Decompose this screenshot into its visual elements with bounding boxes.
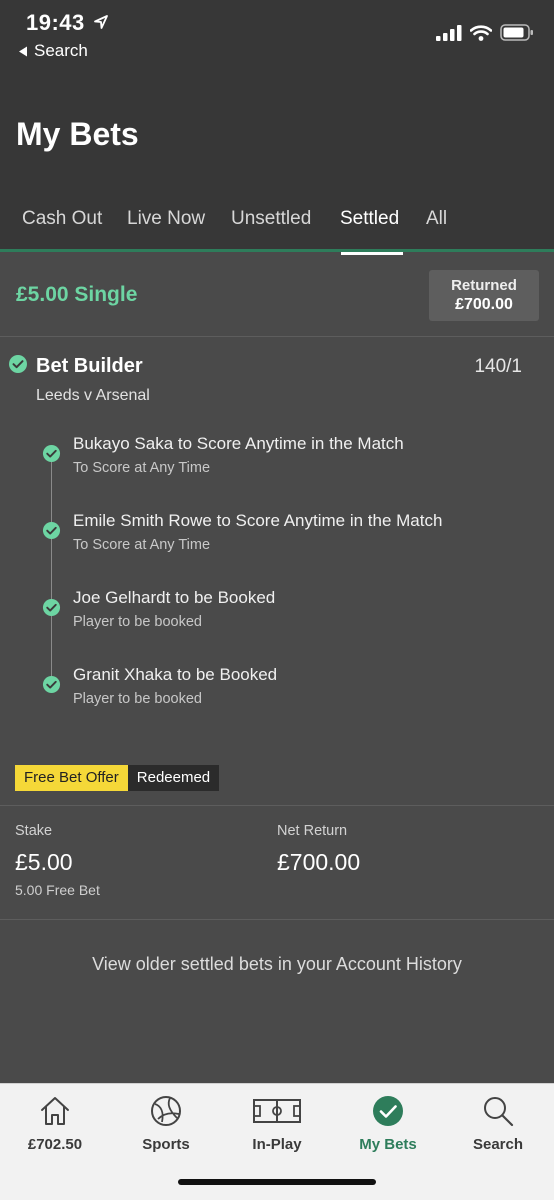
- check-circle-icon: [9, 355, 27, 373]
- battery-icon: [500, 24, 533, 41]
- net-return-value: £700.00: [277, 849, 361, 875]
- football-icon: [151, 1096, 181, 1126]
- check-circle-icon: [42, 444, 61, 463]
- net-return-label: Net Return: [277, 823, 348, 839]
- leg-market: To Score at Any Time: [73, 460, 211, 476]
- balance-label: £702.50: [27, 1136, 83, 1153]
- stake-value: £5.00: [15, 849, 73, 875]
- offer-status: Redeemed: [127, 765, 220, 791]
- returned-label: Returned: [451, 277, 517, 294]
- bet-leg: Emile Smith Rowe to Score Anytime in the…: [0, 511, 554, 571]
- check-circle-icon: [42, 521, 61, 540]
- divider: [0, 919, 554, 920]
- my-bets-label: My Bets: [359, 1136, 417, 1153]
- check-circle-icon: [42, 675, 61, 694]
- leg-market: Player to be booked: [73, 614, 202, 630]
- wifi-icon: [470, 24, 492, 41]
- match-name: Leeds v Arsenal: [36, 387, 150, 404]
- returned-badge: Returned £700.00: [429, 270, 539, 321]
- location-arrow-icon: [94, 15, 108, 29]
- leg-selection: Bukayo Saka to Score Anytime in the Matc…: [73, 434, 404, 453]
- leg-selection: Joe Gelhardt to be Booked: [73, 588, 276, 607]
- bet-leg: Granit Xhaka to be Booked Player to be b…: [0, 665, 554, 725]
- bet-leg: Bukayo Saka to Score Anytime in the Matc…: [0, 434, 554, 494]
- search-icon: [484, 1097, 514, 1127]
- leg-selection: Granit Xhaka to be Booked: [73, 665, 278, 684]
- divider: [0, 336, 554, 337]
- status-indicators: [436, 24, 534, 41]
- tab-sports[interactable]: Sports: [111, 1094, 221, 1153]
- tab-in-play[interactable]: In-Play: [222, 1094, 332, 1153]
- stake-label: Stake: [15, 823, 53, 839]
- pitch-icon: [253, 1099, 301, 1123]
- bet-builder-title: Bet Builder: [36, 355, 143, 377]
- leg-market: To Score at Any Time: [73, 537, 211, 553]
- bet-title: £5.00 Single: [16, 283, 138, 306]
- tab-my-bets[interactable]: My Bets: [333, 1094, 443, 1153]
- bet-leg: Joe Gelhardt to be Booked Player to be b…: [0, 588, 554, 648]
- tab-live-now[interactable]: Live Now: [127, 208, 205, 230]
- tab-cash-out[interactable]: Cash Out: [22, 208, 102, 230]
- account-history-link[interactable]: View older settled bets in your Account …: [0, 954, 554, 975]
- back-triangle-icon: [19, 46, 27, 56]
- tab-balance[interactable]: £702.50: [0, 1094, 110, 1153]
- stake-note: 5.00 Free Bet: [15, 882, 100, 898]
- check-circle-icon: [42, 598, 61, 617]
- status-time: 19:43: [26, 10, 85, 35]
- leg-selection: Emile Smith Rowe to Score Anytime in the…: [73, 511, 443, 530]
- tab-unsettled[interactable]: Unsettled: [231, 208, 311, 230]
- free-bet-offer-badge: Free Bet Offer Redeemed: [15, 765, 220, 791]
- back-to-search[interactable]: Search: [18, 41, 88, 61]
- offer-label: Free Bet Offer: [15, 765, 128, 791]
- search-label: Search: [472, 1136, 524, 1153]
- bet-tabs: Cash Out Live Now Unsettled Settled All: [0, 204, 554, 255]
- bet-header: £5.00 Single Returned £700.00: [0, 252, 554, 337]
- in-play-label: In-Play: [252, 1136, 302, 1153]
- divider: [0, 805, 554, 806]
- home-icon: [41, 1097, 69, 1125]
- bet-odds: 140/1: [474, 356, 522, 377]
- back-label: Search: [34, 41, 88, 60]
- page-title: My Bets: [16, 116, 139, 152]
- tab-search[interactable]: Search: [443, 1094, 553, 1153]
- tab-all[interactable]: All: [426, 208, 447, 230]
- tab-settled[interactable]: Settled: [340, 208, 399, 230]
- returned-value: £700.00: [455, 296, 513, 313]
- home-indicator: [178, 1179, 376, 1185]
- leg-market: Player to be booked: [73, 691, 202, 707]
- sports-label: Sports: [142, 1136, 190, 1153]
- check-circle-icon: [373, 1096, 403, 1126]
- signal-icon: [436, 24, 462, 41]
